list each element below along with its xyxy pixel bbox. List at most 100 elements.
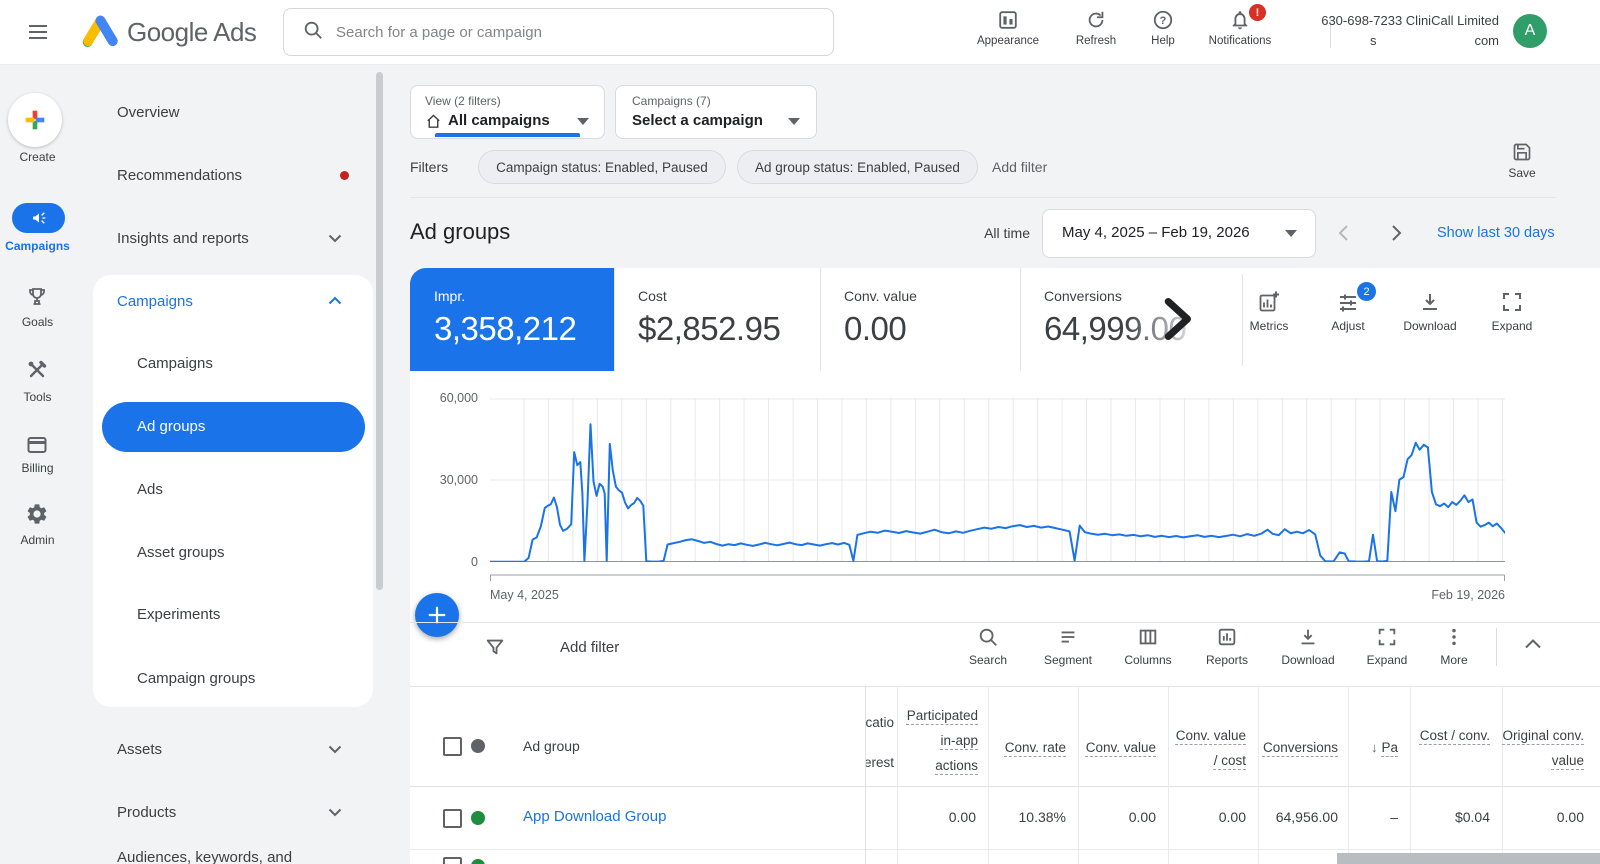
scorecard-cost[interactable]: Cost $2,852.95 (614, 268, 820, 371)
search-input[interactable] (334, 23, 798, 42)
sidenav-item-audiences[interactable]: Audiences, keywords, and (117, 849, 292, 864)
scorecard-conv-value[interactable]: Conv. value 0.00 (820, 268, 1020, 371)
time-range-label: All time (930, 225, 1030, 241)
rail-item-billing[interactable] (25, 433, 49, 462)
next-period-button[interactable] (1391, 224, 1403, 242)
cell-participated: 0.00 (902, 809, 976, 825)
scorecard-conversions[interactable]: Conversions 64,999.00 (1020, 268, 1237, 371)
select-all-checkbox[interactable] (443, 737, 462, 756)
x-start-label: May 4, 2025 (490, 588, 559, 602)
main-menu-button[interactable] (25, 20, 51, 49)
cell-cost-per-conv: $0.04 (1414, 809, 1490, 825)
sidenav-item-products[interactable]: Products (117, 804, 176, 821)
column-header-conv-value-cost[interactable]: Conv. value / cost (1172, 723, 1246, 773)
sidenav-item-experiments[interactable]: Experiments (137, 606, 220, 623)
metrics-icon (1257, 290, 1281, 314)
expand-icon (1376, 626, 1398, 648)
horizontal-scrollbar[interactable] (1337, 853, 1600, 864)
sidenav-scrollbar[interactable] (376, 72, 383, 590)
status-dot (471, 859, 485, 864)
chevron-down-icon (328, 745, 342, 754)
table-expand-button[interactable]: Expand (1347, 626, 1427, 667)
rail-label-tools: Tools (0, 390, 75, 404)
timeseries-chart (490, 398, 1505, 562)
column-header-ad-group[interactable]: Ad group (523, 738, 580, 754)
sort-descending-icon: ↓ (1371, 740, 1382, 755)
column-header-participated-in-app-actions[interactable]: Participated in-app actions (902, 703, 978, 778)
filter-chip-campaign-status[interactable]: Campaign status: Enabled, Paused (478, 150, 726, 184)
campaign-selector[interactable]: Campaigns (7) Select a campaign (615, 85, 817, 139)
caret-down-icon (1285, 230, 1297, 237)
google-ads-logo-icon[interactable] (80, 11, 120, 58)
table-search-button[interactable]: Search (948, 626, 1028, 667)
sidenav-item-campaign-groups[interactable]: Campaign groups (137, 670, 255, 687)
date-range-picker[interactable]: May 4, 2025 – Feb 19, 2026 (1042, 209, 1316, 258)
scorecard-impressions[interactable]: Impr. 3,358,212 (410, 268, 614, 371)
sidenav-item-ads[interactable]: Ads (137, 481, 163, 498)
toolbar-divider (1496, 628, 1497, 666)
table-more-button[interactable]: More (1418, 626, 1490, 667)
column-header-sorted-clipped[interactable]: ↓ Pa (1352, 735, 1398, 760)
avatar[interactable]: A (1513, 14, 1547, 48)
refresh-button[interactable]: Refresh (1058, 9, 1134, 47)
ytick-0: 0 (408, 555, 478, 569)
metrics-button[interactable]: Metrics (1233, 290, 1305, 333)
megaphone-icon (30, 209, 48, 227)
sidenav-item-campaigns[interactable]: Campaigns (137, 355, 213, 372)
save-button[interactable]: Save (1500, 142, 1544, 180)
table-reports-button[interactable]: Reports (1187, 626, 1267, 667)
caret-down-icon (788, 118, 800, 125)
account-name[interactable]: 630-698-7233 CliniCall Limited (1300, 13, 1499, 28)
expand-icon (1500, 290, 1524, 314)
table-row[interactable]: App Download Group 0.00 10.38% 0.00 0.00… (410, 786, 1600, 849)
sidenav-item-asset-groups[interactable]: Asset groups (137, 544, 225, 561)
rail-item-tools[interactable] (25, 358, 49, 387)
filter-chip-ad-group-status[interactable]: Ad group status: Enabled, Paused (737, 150, 978, 184)
table-columns-button[interactable]: Columns (1108, 626, 1188, 667)
fab-add-button[interactable] (415, 593, 459, 637)
table-add-filter[interactable]: Add filter (560, 639, 619, 656)
save-icon (1512, 142, 1532, 162)
scorecards-next-arrow[interactable] (1156, 296, 1198, 342)
rail-label-campaigns: Campaigns (0, 239, 75, 253)
table-filter-button[interactable] (484, 636, 506, 663)
chart-download-button[interactable]: Download (1394, 290, 1466, 333)
sidenav-section-campaigns[interactable]: Campaigns (117, 293, 193, 310)
rail-item-campaigns[interactable] (12, 203, 65, 233)
rail-item-admin[interactable] (25, 502, 49, 531)
global-search[interactable] (283, 8, 834, 56)
row-checkbox[interactable] (443, 857, 462, 864)
column-header-cost-per-conv[interactable]: Cost / conv. (1414, 723, 1490, 748)
sidenav-item-overview[interactable]: Overview (117, 104, 180, 121)
table-segment-button[interactable]: Segment (1028, 626, 1108, 667)
previous-period-button[interactable] (1337, 224, 1349, 242)
status-enabled-dot[interactable] (471, 811, 485, 825)
sidenav-item-ad-groups-active[interactable]: Ad groups (102, 402, 365, 452)
home-icon (425, 113, 442, 130)
sidenav-item-assets[interactable]: Assets (117, 741, 162, 758)
rail-label-goals: Goals (0, 315, 75, 329)
column-header-clipped[interactable]: catio erest (866, 698, 895, 782)
tools-icon (25, 358, 49, 382)
sidenav-item-insights[interactable]: Insights and reports (117, 230, 249, 247)
appearance-icon (997, 9, 1019, 31)
column-header-conv-rate[interactable]: Conv. rate (990, 735, 1066, 760)
download-icon (1297, 626, 1319, 648)
row-checkbox[interactable] (443, 809, 462, 828)
column-header-original-conv-value[interactable]: Original conv. value (1498, 723, 1584, 773)
add-filter-button[interactable]: Add filter (992, 159, 1047, 175)
notifications-button[interactable]: Notifications (1196, 9, 1284, 47)
collapse-table-button[interactable] (1524, 638, 1542, 649)
show-last-30-days-link[interactable]: Show last 30 days (1437, 225, 1555, 241)
appearance-button[interactable]: Appearance (968, 9, 1048, 47)
sidenav-item-recommendations[interactable]: Recommendations (117, 167, 242, 184)
chart-expand-button[interactable]: Expand (1476, 290, 1548, 333)
ad-group-link[interactable]: App Download Group (523, 808, 666, 825)
table-download-button[interactable]: Download (1268, 626, 1348, 667)
create-button[interactable] (8, 93, 62, 147)
column-header-conversions[interactable]: Conversions (1260, 735, 1338, 760)
view-selector[interactable]: View (2 filters) All campaigns (410, 85, 605, 139)
column-header-conv-value[interactable]: Conv. value (1080, 735, 1156, 760)
rail-item-goals[interactable] (25, 285, 49, 314)
help-button[interactable]: ? Help (1135, 9, 1191, 47)
